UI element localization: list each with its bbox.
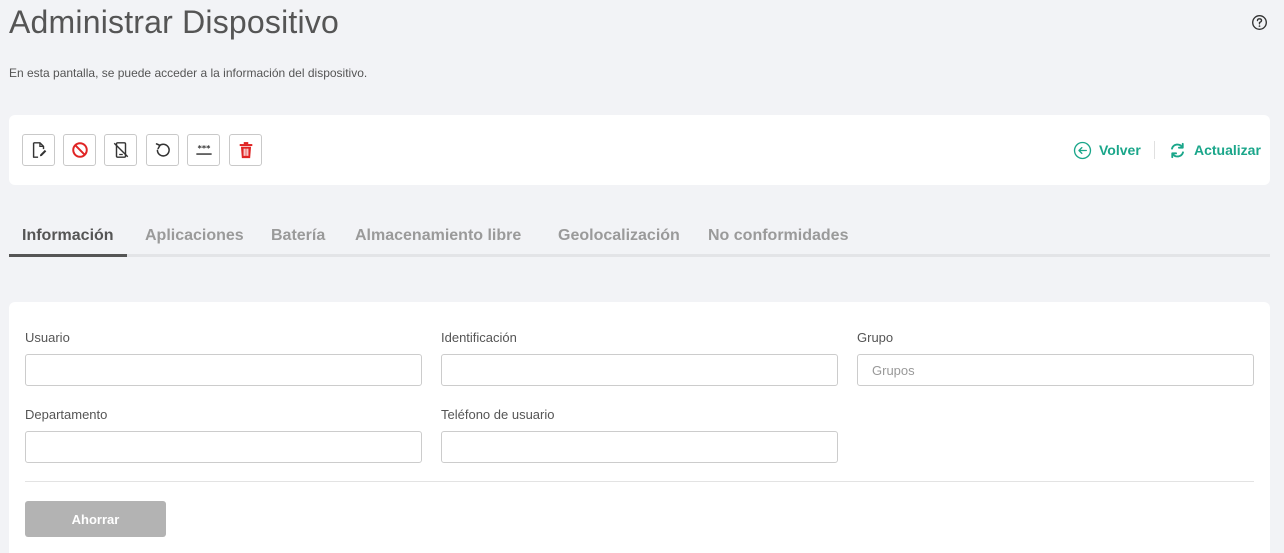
svg-text:***: ***	[197, 143, 210, 153]
refresh-label: Actualizar	[1194, 142, 1261, 158]
block-button[interactable]	[63, 134, 96, 166]
action-toolbar: *** Volver Actualizar	[9, 115, 1270, 185]
device-off-icon	[113, 142, 128, 158]
grupo-select[interactable]	[857, 354, 1254, 386]
trash-icon	[239, 142, 252, 159]
tab-no-conformidades[interactable]: No conformidades	[708, 218, 848, 257]
restart-button[interactable]	[146, 134, 179, 166]
telefono-label: Teléfono de usuario	[441, 407, 555, 422]
tab-geolocalizacion[interactable]: Geolocalización	[558, 218, 680, 257]
toolbar-separator	[1154, 141, 1155, 159]
identificacion-label: Identificación	[441, 330, 517, 345]
usuario-label: Usuario	[25, 330, 70, 345]
tab-bar: Información Aplicaciones Batería Almacen…	[9, 218, 1270, 257]
tab-bateria[interactable]: Batería	[271, 218, 325, 257]
departamento-input[interactable]	[25, 431, 422, 463]
back-button[interactable]: Volver	[1073, 140, 1141, 160]
form-divider	[25, 481, 1254, 482]
back-label: Volver	[1099, 142, 1141, 158]
device-info-form: Usuario Identificación Grupo Departament…	[9, 302, 1270, 553]
usuario-input[interactable]	[25, 354, 422, 386]
edit-document-button[interactable]	[22, 134, 55, 166]
page-title: Administrar Dispositivo	[9, 4, 340, 40]
password-button[interactable]: ***	[187, 134, 220, 166]
block-icon	[71, 142, 88, 158]
tab-aplicaciones[interactable]: Aplicaciones	[145, 218, 244, 257]
tab-almacenamiento-libre[interactable]: Almacenamiento libre	[355, 218, 521, 257]
tab-informacion[interactable]: Información	[9, 218, 127, 257]
edit-document-icon	[32, 142, 46, 158]
arrow-left-circle-icon	[1073, 141, 1092, 159]
grupo-label: Grupo	[857, 330, 894, 345]
password-icon: ***	[195, 143, 212, 155]
refresh-icon	[1171, 142, 1184, 158]
save-button[interactable]: Ahorrar	[25, 501, 166, 537]
help-circle-icon[interactable]	[1251, 14, 1268, 31]
delete-button[interactable]	[229, 134, 262, 166]
refresh-button[interactable]: Actualizar	[1168, 140, 1261, 160]
restart-icon	[155, 143, 170, 157]
disable-device-button[interactable]	[104, 134, 137, 166]
identificacion-input[interactable]	[441, 354, 838, 386]
telefono-input[interactable]	[441, 431, 838, 463]
departamento-label: Departamento	[25, 407, 108, 422]
page-subtitle: En esta pantalla, se puede acceder a la …	[9, 66, 368, 80]
